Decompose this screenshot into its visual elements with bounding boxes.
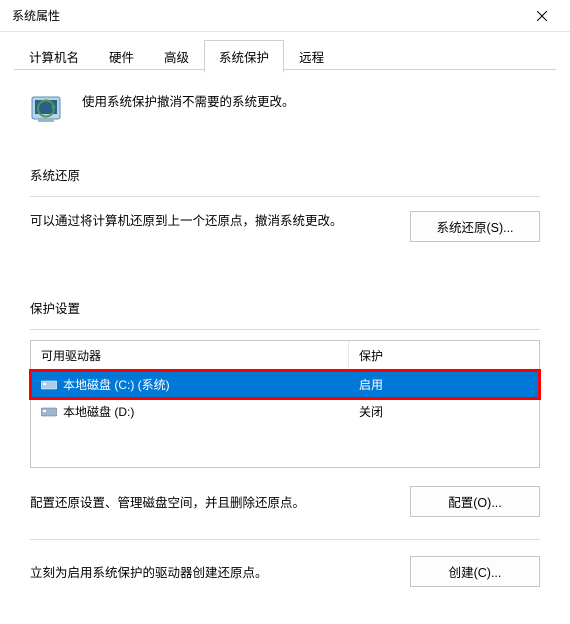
drive-icon [41,406,57,418]
create-description: 立刻为启用系统保护的驱动器创建还原点。 [30,562,392,581]
restore-description: 可以通过将计算机还原到上一个还原点，撤消系统更改。 [30,211,392,232]
drive-list[interactable]: 可用驱动器 保护 本地磁盘 (C:) (系统) 启用 本地磁盘 (D:) 关闭 [30,340,540,468]
drive-row[interactable]: 本地磁盘 (D:) 关闭 [31,398,539,425]
configure-description: 配置还原设置、管理磁盘空间，并且删除还原点。 [30,492,392,511]
window-title: 系统属性 [12,7,60,24]
header-protection[interactable]: 保护 [349,341,539,370]
drive-name: 本地磁盘 (C:) (系统) [63,376,170,393]
system-protection-icon [28,89,68,129]
drive-icon [41,379,57,391]
create-button[interactable]: 创建(C)... [410,556,540,587]
restore-section-title: 系统还原 [30,165,540,184]
configure-button[interactable]: 配置(O)... [410,486,540,517]
close-icon [537,11,547,21]
system-restore-button[interactable]: 系统还原(S)... [410,211,540,242]
header-drive[interactable]: 可用驱动器 [31,341,349,370]
tab-system-protection[interactable]: 系统保护 [204,40,284,73]
protection-section-title: 保护设置 [30,298,540,317]
close-button[interactable] [522,2,562,30]
intro-text: 使用系统保护撤消不需要的系统更改。 [82,89,295,110]
drive-status: 关闭 [349,398,539,425]
drive-status: 启用 [349,371,539,398]
drive-row[interactable]: 本地磁盘 (C:) (系统) 启用 [31,371,539,398]
drive-name: 本地磁盘 (D:) [63,403,134,420]
tabs: 计算机名 硬件 高级 系统保护 远程 [0,32,570,73]
